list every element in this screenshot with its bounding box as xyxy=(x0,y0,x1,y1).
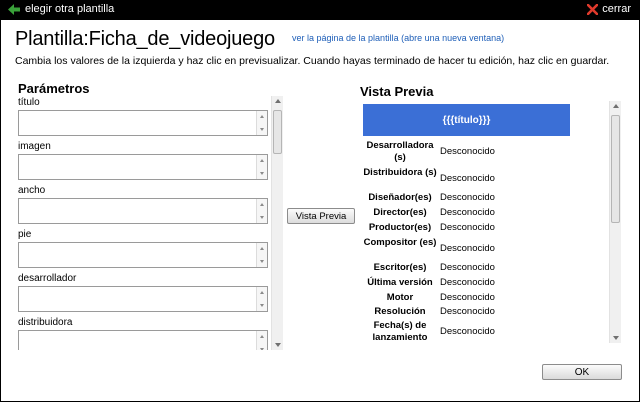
ok-button[interactable]: OK xyxy=(542,364,622,380)
param-field-ancho: ancho xyxy=(18,184,268,224)
param-label: distribuidora xyxy=(18,317,73,328)
preview-row-key: Fecha(s) de lanzamiento xyxy=(372,320,428,343)
param-field-titulo: título xyxy=(18,96,268,136)
param-field-distribuidora: distribuidora xyxy=(18,316,268,350)
input-scrollbar[interactable] xyxy=(256,199,267,223)
params-scrollbar[interactable] xyxy=(271,96,283,350)
preview-row-key: Desarrolladora (s) xyxy=(366,140,434,163)
preview-row-key: Motor xyxy=(386,292,414,303)
preview-row-key: Diseñador(es) xyxy=(368,192,432,203)
params-heading: Parámetros xyxy=(18,81,90,96)
scroll-down-icon[interactable] xyxy=(613,336,619,340)
preview-title-bar: {{{título}}} xyxy=(363,104,570,136)
param-input-ancho[interactable] xyxy=(18,198,268,224)
preview-row-value: Desconocido xyxy=(440,207,495,218)
preview-scrollbar[interactable] xyxy=(609,101,621,343)
preview-row-value: Desconocido xyxy=(440,243,495,254)
preview-button[interactable]: Vista Previa xyxy=(287,208,355,224)
preview-row-value: Desconocido xyxy=(440,262,495,273)
close-label: cerrar xyxy=(602,3,631,15)
scroll-up-icon xyxy=(260,203,264,206)
scroll-down-icon[interactable] xyxy=(275,343,281,347)
preview-row-key: Director(es) xyxy=(373,207,427,218)
input-scrollbar[interactable] xyxy=(256,243,267,267)
preview-row-value: Desconocido xyxy=(440,173,495,184)
param-input-imagen[interactable] xyxy=(18,154,268,180)
param-input-pie[interactable] xyxy=(18,242,268,268)
close-button[interactable]: cerrar xyxy=(587,3,631,15)
scroll-down-icon xyxy=(260,216,264,219)
scroll-down-icon xyxy=(260,172,264,175)
scroll-up-icon xyxy=(260,159,264,162)
preview-row-value: Desconocido xyxy=(440,306,495,317)
param-field-desarrollador: desarrollador xyxy=(18,272,268,312)
preview-row-key: Distribuidora (s) xyxy=(363,167,437,178)
preview-row-key: Productor(es) xyxy=(368,222,432,233)
scroll-up-icon xyxy=(260,247,264,250)
arrow-left-icon xyxy=(8,3,20,15)
scroll-down-icon xyxy=(260,304,264,307)
back-label: elegir otra plantilla xyxy=(25,3,115,15)
input-scrollbar[interactable] xyxy=(256,287,267,311)
template-page-link[interactable]: ver la página de la plantilla (abre una … xyxy=(292,33,504,43)
back-to-templates-link[interactable]: elegir otra plantilla xyxy=(8,3,114,15)
scrollbar-thumb[interactable] xyxy=(273,110,282,154)
param-label: imagen xyxy=(18,141,51,152)
preview-row-value: Desconocido xyxy=(440,222,495,233)
scroll-up-icon xyxy=(260,291,264,294)
param-field-pie: pie xyxy=(18,228,268,268)
preview-panel: {{{título}}} Desarrolladora (s) Desconoc… xyxy=(362,101,624,345)
param-label: ancho xyxy=(18,185,46,196)
preview-row-key: Última versión xyxy=(367,277,433,288)
page-title: Plantilla:Ficha_de_videojuego xyxy=(15,28,275,50)
preview-row-key: Compositor (es) xyxy=(363,237,437,248)
param-field-imagen: imagen xyxy=(18,140,268,180)
param-input-desarrollador[interactable] xyxy=(18,286,268,312)
param-input-titulo[interactable] xyxy=(18,110,268,136)
preview-row-key: Escritor(es) xyxy=(373,262,427,273)
window-titlebar: elegir otra plantilla cerrar xyxy=(0,0,640,20)
scroll-up-icon xyxy=(260,115,264,118)
scroll-up-icon xyxy=(260,335,264,338)
instructions-text: Cambia los valores de la izquierda y haz… xyxy=(15,55,610,67)
preview-row-value: Desconocido xyxy=(440,192,495,203)
input-scrollbar[interactable] xyxy=(256,155,267,179)
close-x-icon xyxy=(587,3,599,15)
scroll-up-icon[interactable] xyxy=(613,104,619,108)
params-panel: título imagen ancho pie desarrollador di… xyxy=(15,96,283,350)
param-label: pie xyxy=(18,229,32,240)
param-input-distribuidora[interactable] xyxy=(18,330,268,350)
scroll-up-icon[interactable] xyxy=(275,99,281,103)
preview-row-value: Desconocido xyxy=(440,277,495,288)
preview-row-value: Desconocido xyxy=(440,326,495,337)
scroll-down-icon xyxy=(260,128,264,131)
preview-row-key: Resolución xyxy=(374,306,426,317)
scroll-down-icon xyxy=(260,260,264,263)
preview-heading: Vista Previa xyxy=(360,84,434,99)
preview-row-value: Desconocido xyxy=(440,292,495,303)
input-scrollbar[interactable] xyxy=(256,111,267,135)
preview-row-value: Desconocido xyxy=(440,146,495,157)
input-scrollbar[interactable] xyxy=(256,331,267,350)
param-label: título xyxy=(18,97,40,108)
scrollbar-thumb[interactable] xyxy=(611,115,620,223)
scroll-down-icon xyxy=(260,348,264,350)
param-label: desarrollador xyxy=(18,273,77,284)
